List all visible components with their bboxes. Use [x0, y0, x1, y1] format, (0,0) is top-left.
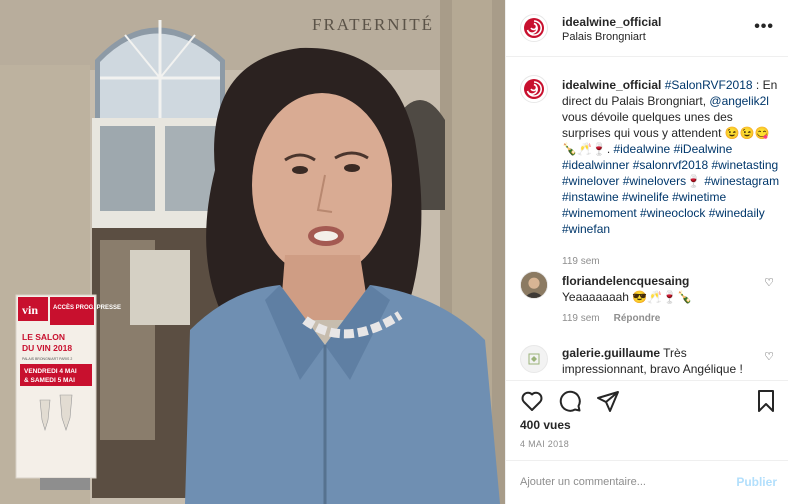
caption-avatar[interactable]	[520, 75, 548, 103]
caption-hashtag-link[interactable]: #winedaily	[709, 206, 765, 220]
post-date: 4 MAI 2018	[520, 439, 570, 449]
video-frame: FRATERNITÉ vin ACCÈS PROG. PRESSE LE SAL…	[0, 0, 505, 504]
caption-hashtag-link[interactable]: #winetime	[672, 190, 726, 204]
caption-hashtag-link[interactable]: #salonrvf2018	[633, 158, 708, 172]
caption-hashtag-link[interactable]: #winelife	[622, 190, 669, 204]
profile-avatar[interactable]	[520, 14, 548, 42]
svg-text:DU VIN 2018: DU VIN 2018	[22, 343, 72, 353]
caption-hashtag-link[interactable]: #winetasting	[711, 158, 778, 172]
post-video[interactable]: FRATERNITÉ vin ACCÈS PROG. PRESSE LE SAL…	[0, 0, 505, 504]
caption-hashtag-link[interactable]: #wineoclock	[640, 206, 705, 220]
building-inscription: FRATERNITÉ	[312, 15, 434, 34]
header-location[interactable]: Palais Brongniart	[562, 31, 646, 43]
caption-hashtag-link[interactable]: #winelover	[562, 174, 619, 188]
svg-text:PALAIS BRONGNIART PARIS 2: PALAIS BRONGNIART PARIS 2	[22, 357, 72, 361]
caption-hashtag-link[interactable]: #instawine	[562, 190, 619, 204]
svg-text:ACCÈS PROG. PRESSE: ACCÈS PROG. PRESSE	[53, 303, 121, 311]
svg-text:vin: vin	[22, 303, 38, 317]
caption-hashtag-link[interactable]: #idealwinner	[562, 158, 629, 172]
caption-text: idealwine_official #SalonRVF2018 : En di…	[562, 77, 780, 237]
action-icons	[520, 389, 620, 413]
comment-time: 119 sem	[562, 313, 600, 324]
add-comment-bar: Ajouter un commentaire... Publier	[506, 460, 788, 504]
comment-body: Yeaaaaaaah 😎🥂🍷🍾	[562, 290, 693, 304]
idealwine-logo-icon	[524, 79, 544, 99]
share-paper-plane-icon[interactable]	[596, 389, 620, 413]
svg-text:VENDREDI 4 MAI: VENDREDI 4 MAI	[24, 368, 77, 375]
like-comment-heart-icon[interactable]: ♡	[764, 276, 774, 289]
idealwine-logo-icon	[524, 18, 544, 38]
caption-hashtag-link[interactable]: @angelik2l	[709, 94, 769, 108]
caption-hashtag-link[interactable]: #winelovers	[623, 174, 686, 188]
avatar-photo-icon	[521, 272, 547, 298]
view-count[interactable]: 400 vues	[520, 418, 571, 432]
caption-body: #SalonRVF2018 : En direct du Palais Bron…	[562, 78, 779, 236]
caption-hashtag-link[interactable]: #SalonRVF2018	[665, 78, 753, 92]
comment-item: floriandelencquesaing Yeaaaaaaah 😎🥂🍷🍾 119…	[520, 270, 782, 330]
like-heart-icon[interactable]	[520, 389, 544, 413]
svg-text:LE SALON: LE SALON	[22, 332, 65, 342]
caption-username[interactable]: idealwine_official	[562, 78, 661, 92]
caption-time: 119 sem	[562, 256, 600, 267]
more-options-icon[interactable]: •••	[754, 18, 774, 36]
header-username[interactable]: idealwine_official	[562, 15, 661, 29]
comment-text: galerie.guillaume Très impressionnant, b…	[562, 345, 762, 377]
caption-hashtag-link[interactable]: #winefan	[562, 222, 610, 236]
comment-input[interactable]: Ajouter un commentaire...	[520, 476, 646, 488]
commenter-avatar[interactable]	[520, 271, 548, 299]
comment-username[interactable]: floriandelencquesaing	[562, 274, 689, 288]
like-comment-heart-icon[interactable]: ♡	[764, 350, 774, 363]
commenter-avatar[interactable]	[520, 345, 548, 373]
post-actions: 400 vues 4 MAI 2018	[506, 380, 788, 460]
gallery-logo-icon	[528, 353, 540, 365]
svg-text:& SAMEDI 5 MAI: & SAMEDI 5 MAI	[24, 377, 75, 384]
caption-hashtag-link[interactable]: #idealwine	[614, 142, 671, 156]
comment-text: floriandelencquesaing Yeaaaaaaah 😎🥂🍷🍾	[562, 273, 752, 305]
post-side-panel: idealwine_official Palais Brongniart •••…	[505, 0, 788, 504]
caption-hashtag-link[interactable]: #winemoment	[562, 206, 637, 220]
caption-hashtag-link[interactable]: #winestagram	[704, 174, 779, 188]
comment-bubble-icon[interactable]	[558, 389, 582, 413]
comment-item: galerie.guillaume Très impressionnant, b…	[520, 342, 782, 380]
comment-meta: 119 sem Répondre	[562, 313, 660, 324]
reply-button[interactable]: Répondre	[614, 313, 661, 324]
publish-button[interactable]: Publier	[736, 475, 777, 489]
caption-hashtag-link[interactable]: #iDealwine	[674, 142, 733, 156]
post-header: idealwine_official Palais Brongniart •••	[506, 0, 788, 57]
save-bookmark-icon[interactable]	[755, 389, 777, 413]
caption-text-fragment: 🍷	[686, 174, 705, 188]
comment-username[interactable]: galerie.guillaume	[562, 346, 660, 360]
comments-section[interactable]: idealwine_official #SalonRVF2018 : En di…	[506, 57, 788, 380]
